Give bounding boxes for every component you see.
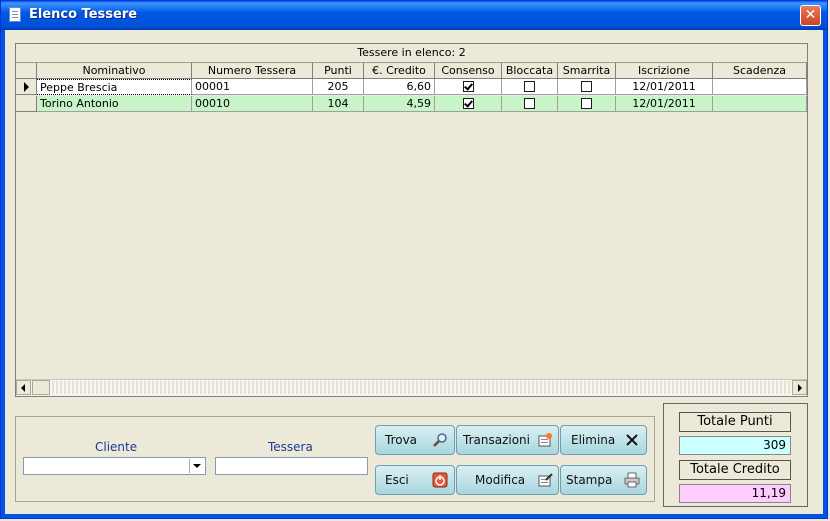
elimina-button[interactable]: Elimina bbox=[560, 425, 647, 455]
cell-smarrita[interactable] bbox=[558, 79, 616, 95]
column-header-credito[interactable]: €. Credito bbox=[364, 63, 435, 79]
cell-nominativo[interactable]: Torino Antonio bbox=[37, 96, 192, 112]
scroll-right-icon[interactable] bbox=[792, 380, 807, 395]
table-row[interactable]: Torino Antonio 00010 104 4,59 12/01/2011 bbox=[16, 96, 807, 112]
smarrita-checkbox[interactable] bbox=[581, 97, 592, 109]
cell-punti[interactable]: 205 bbox=[313, 79, 364, 95]
column-header-nominativo[interactable]: Nominativo bbox=[37, 63, 192, 79]
bloccata-checkbox[interactable] bbox=[524, 80, 535, 92]
transazioni-button-label: Transazioni bbox=[463, 433, 530, 447]
document-icon bbox=[9, 7, 21, 22]
trova-button[interactable]: Trova bbox=[375, 425, 455, 455]
cell-iscrizione[interactable]: 12/01/2011 bbox=[616, 79, 713, 95]
cell-credito[interactable]: 6,60 bbox=[364, 79, 435, 95]
elimina-button-label: Elimina bbox=[571, 433, 616, 447]
chevron-down-icon[interactable] bbox=[189, 459, 204, 473]
window-title: Elenco Tessere bbox=[29, 7, 138, 22]
cell-bloccata[interactable] bbox=[502, 96, 558, 112]
stampa-button[interactable]: Stampa bbox=[560, 465, 647, 495]
modifica-button-label: Modifica bbox=[475, 473, 526, 487]
edit-icon bbox=[538, 473, 553, 487]
cell-iscrizione[interactable]: 12/01/2011 bbox=[616, 96, 713, 112]
cell-smarrita[interactable] bbox=[558, 96, 616, 112]
row-selector[interactable] bbox=[16, 96, 37, 112]
tessere-grid[interactable]: Tessere in elenco: 2 Nominativo Numero T… bbox=[15, 43, 808, 397]
cell-punti[interactable]: 104 bbox=[313, 96, 364, 112]
tessera-label: Tessera bbox=[268, 440, 313, 454]
cell-scadenza[interactable] bbox=[713, 79, 807, 95]
consenso-checkbox[interactable] bbox=[462, 97, 474, 109]
scroll-thumb[interactable] bbox=[32, 380, 50, 395]
cell-consenso[interactable] bbox=[435, 96, 502, 112]
totale-credito-value: 11,19 bbox=[679, 484, 791, 503]
esci-button-label: Esci bbox=[385, 473, 409, 487]
cell-credito[interactable]: 4,59 bbox=[364, 96, 435, 112]
column-header-punti[interactable]: Punti bbox=[313, 63, 364, 79]
tessera-input[interactable] bbox=[215, 457, 368, 475]
trova-button-label: Trova bbox=[385, 433, 418, 447]
column-header-smarrita[interactable]: Smarrita bbox=[558, 63, 616, 79]
scroll-track[interactable] bbox=[50, 381, 791, 394]
title-bar[interactable]: Elenco Tessere ✕ bbox=[1, 1, 827, 30]
smarrita-checkbox[interactable] bbox=[581, 80, 592, 92]
totale-punti-label: Totale Punti bbox=[679, 412, 791, 432]
column-header-numero-tessera[interactable]: Numero Tessera bbox=[192, 63, 313, 79]
horizontal-scrollbar[interactable] bbox=[16, 379, 807, 396]
transactions-icon bbox=[538, 433, 552, 447]
totals-panel: Totale Punti 309 Totale Credito 11,19 bbox=[663, 403, 808, 507]
cell-bloccata[interactable] bbox=[502, 79, 558, 95]
row-selector[interactable] bbox=[16, 79, 37, 95]
table-row[interactable]: Peppe Brescia 00001 205 6,60 12/01/2011 bbox=[16, 79, 807, 95]
bloccata-checkbox[interactable] bbox=[524, 97, 535, 109]
column-header-consenso[interactable]: Consenso bbox=[435, 63, 502, 79]
column-header-scadenza[interactable]: Scadenza bbox=[713, 63, 807, 79]
cell-consenso[interactable] bbox=[435, 79, 502, 95]
stampa-button-label: Stampa bbox=[566, 473, 613, 487]
close-button[interactable]: ✕ bbox=[800, 5, 821, 26]
delete-x-icon bbox=[626, 434, 638, 446]
consenso-checkbox[interactable] bbox=[462, 80, 474, 92]
power-exit-icon bbox=[432, 472, 448, 488]
printer-icon bbox=[624, 472, 640, 488]
cliente-label: Cliente bbox=[95, 440, 138, 454]
grid-caption: Tessere in elenco: 2 bbox=[16, 44, 807, 63]
column-header-iscrizione[interactable]: Iscrizione bbox=[616, 63, 713, 79]
totale-punti-value: 309 bbox=[679, 436, 791, 455]
cell-numero-tessera[interactable]: 00001 bbox=[192, 79, 313, 95]
transazioni-button[interactable]: Transazioni bbox=[456, 425, 559, 455]
totale-credito-label: Totale Credito bbox=[679, 460, 791, 480]
esci-button[interactable]: Esci bbox=[375, 465, 455, 495]
cell-scadenza[interactable] bbox=[713, 96, 807, 112]
cell-nominativo[interactable]: Peppe Brescia bbox=[37, 79, 192, 95]
row-indicator-header bbox=[16, 63, 37, 79]
scroll-left-icon[interactable] bbox=[16, 380, 31, 395]
current-row-arrow-icon bbox=[24, 82, 29, 92]
cliente-dropdown[interactable] bbox=[23, 457, 206, 475]
magnifier-icon bbox=[433, 433, 447, 447]
modifica-button[interactable]: Modifica bbox=[456, 465, 559, 495]
cell-numero-tessera[interactable]: 00010 bbox=[192, 96, 313, 112]
column-header-bloccata[interactable]: Bloccata bbox=[502, 63, 558, 79]
